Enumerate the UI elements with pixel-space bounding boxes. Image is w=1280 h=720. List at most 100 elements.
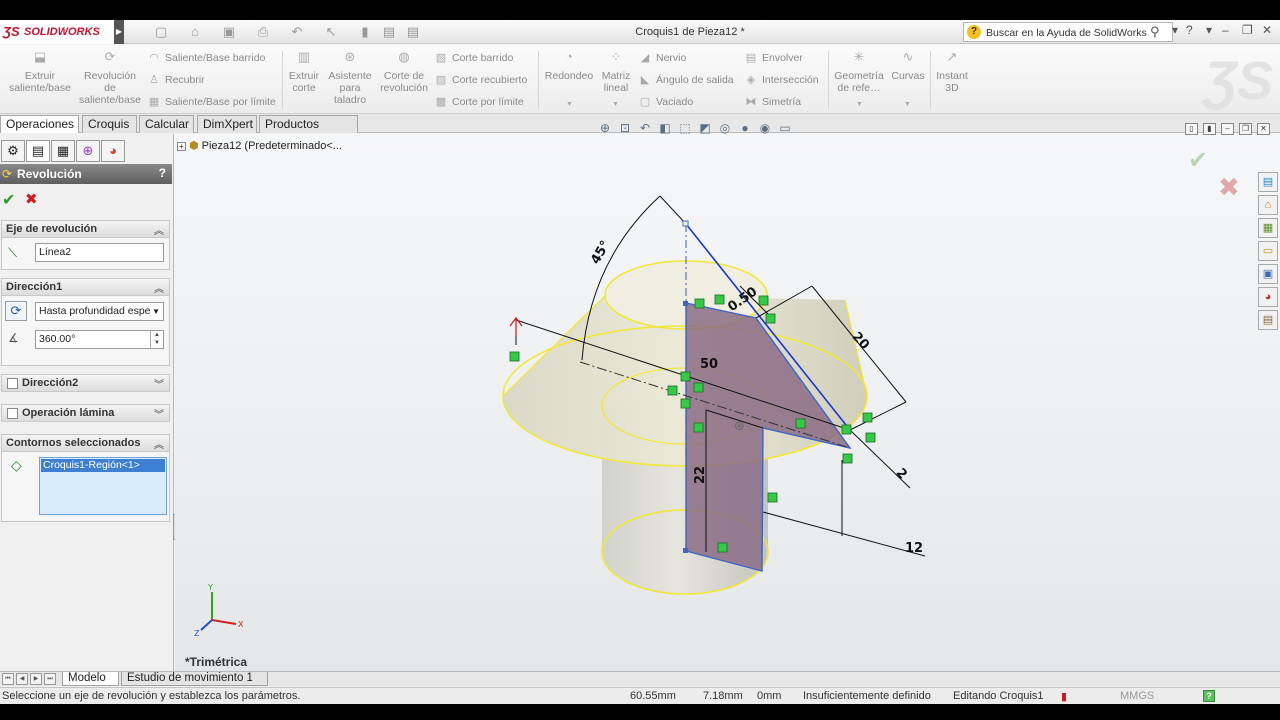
rib-button[interactable]: ◢ Nervio <box>638 50 687 66</box>
wrap-button[interactable]: ▤ Envolver <box>744 50 803 66</box>
select-icon[interactable]: ↖ <box>322 23 340 41</box>
display-manager-icon[interactable]: ◕ <box>101 140 125 162</box>
shell-button[interactable]: ▢ Vaciado <box>638 94 693 110</box>
end-condition-select[interactable]: Hasta profundidad espe ▼ <box>35 302 164 321</box>
search-options-chevron-icon[interactable]: ▾ <box>1172 23 1178 37</box>
selected-contours-list[interactable]: Croquis1-Región<1> <box>39 457 167 515</box>
doc-minimize-icon[interactable]: – <box>1221 123 1234 135</box>
pattern-dropdown-icon[interactable]: ▼ <box>612 101 619 108</box>
hide-show-items-icon[interactable]: ◎ <box>717 120 733 136</box>
search-tab-icon[interactable]: ▭ <box>1258 241 1278 261</box>
axis-field[interactable]: Línea2 <box>35 243 164 262</box>
expand-chevron-icon[interactable]: ︾ <box>154 376 164 391</box>
fillet-button[interactable]: ◔ Redondeo <box>542 50 596 82</box>
tab-calcular[interactable]: Calcular <box>139 115 194 133</box>
dimension-2[interactable]: 2 <box>893 466 910 483</box>
expand-tree-icon[interactable]: + <box>177 142 186 151</box>
dimxpert-manager-icon[interactable]: ⊕ <box>76 140 100 162</box>
draft-button[interactable]: ◣ Ángulo de salida <box>638 72 734 88</box>
tab-croquis[interactable]: Croquis <box>82 115 137 133</box>
extrude-boss-button[interactable]: ⬓ Extruir saliente/base <box>6 50 74 94</box>
search-icon[interactable]: ⚲ <box>1150 24 1160 40</box>
tab-estudio-movimiento[interactable]: Estudio de movimiento 1 <box>121 672 268 686</box>
undo-icon[interactable]: ↶ <box>288 23 306 41</box>
tile-icon[interactable]: ▯ <box>1185 123 1198 135</box>
print-icon[interactable]: ⎙ <box>254 23 272 41</box>
file-explorer-icon[interactable]: ▦ <box>1258 218 1278 238</box>
axis-group-header[interactable]: Eje de revolución ︽ <box>2 221 169 238</box>
new-file-icon[interactable]: ▢ <box>152 23 170 41</box>
tab-productos-office[interactable]: Productos Office <box>259 115 358 148</box>
expand-chevron-icon[interactable]: ︾ <box>154 406 164 421</box>
solidworks-logo[interactable]: ƷS SOLIDWORKS ▶ <box>0 20 124 44</box>
loft-boss-button[interactable]: ♙ Recubrir <box>147 72 205 88</box>
curves-button[interactable]: ∿ Curvas <box>888 50 928 82</box>
design-library-icon[interactable]: ⌂ <box>1258 195 1278 215</box>
linear-pattern-button[interactable]: ⁘ Matriz lineal <box>598 50 634 94</box>
custom-properties-icon[interactable]: ▤ <box>1258 310 1278 330</box>
dimension-12[interactable]: 12 <box>905 541 923 556</box>
zoom-to-fit-icon[interactable]: ⊕ <box>597 120 613 136</box>
doc-restore-icon[interactable]: ❐ <box>1239 123 1252 135</box>
tab-modelo[interactable]: Modelo <box>62 672 119 686</box>
graphics-area[interactable]: 45° 0.50 20 50 22 12 2 ⊛ Y X Z + ⬢ Pieza12… <box>175 121 1280 671</box>
dimension-22[interactable]: 22 <box>693 466 708 484</box>
open-file-icon[interactable]: ⌂ <box>186 23 204 41</box>
collapse-chevron-icon[interactable]: ︽ <box>154 222 164 237</box>
fillet-dropdown-icon[interactable]: ▼ <box>566 101 573 108</box>
angle-spinner[interactable]: ▲ ▼ <box>150 331 163 348</box>
options-icon[interactable]: ▤ <box>404 23 422 41</box>
reverse-direction-icon[interactable]: ⟳ <box>5 301 27 321</box>
boundary-cut-button[interactable]: ▩ Corte por límite <box>434 94 524 110</box>
hole-wizard-button[interactable]: ⊛ Asistente para taladro <box>326 50 374 106</box>
direction2-checkbox[interactable] <box>7 378 18 389</box>
apply-scene-icon[interactable]: ◉ <box>757 120 773 136</box>
solidworks-resources-icon[interactable]: ▤ <box>1258 172 1278 192</box>
extruded-cut-button[interactable]: ▥ Extruir corte <box>284 50 324 94</box>
view-settings-icon[interactable]: ▭ <box>777 120 793 136</box>
rebuild-icon[interactable]: ▮ <box>356 23 374 41</box>
first-tab-icon[interactable]: ⏮ <box>2 673 14 685</box>
angle-input[interactable]: 360.00° ▲ ▼ <box>35 330 164 349</box>
reference-geometry-dropdown-icon[interactable]: ▼ <box>856 101 863 108</box>
flyout-feature-tree[interactable]: + ⬢ Pieza12 (Predeterminado<... <box>177 139 342 152</box>
selected-contours-group-header[interactable]: Contornos seleccionados ︽ <box>2 435 169 452</box>
file-properties-icon[interactable]: ▤ <box>380 23 398 41</box>
view-palette-icon[interactable]: ▣ <box>1258 264 1278 284</box>
direction2-group-header[interactable]: Dirección2 ︾ <box>2 375 169 392</box>
confirmation-ok-icon[interactable]: ✔ <box>1188 146 1208 175</box>
revolve-boss-button[interactable]: ⟳ Revolución de saliente/base <box>78 50 142 106</box>
section-view-icon[interactable]: ◧ <box>657 120 673 136</box>
reference-geometry-button[interactable]: ✳ Geometría de refe… <box>832 50 886 94</box>
cancel-x-icon[interactable]: ✖ <box>25 190 38 208</box>
view-orientation-icon[interactable]: ⬚ <box>677 120 693 136</box>
intersect-button[interactable]: ◈ Intersección <box>744 72 819 88</box>
menu-expand-icon[interactable]: ▶ <box>114 20 124 44</box>
close-icon[interactable]: ✕ <box>1262 23 1272 37</box>
save-icon[interactable]: ▣ <box>220 23 238 41</box>
curves-dropdown-icon[interactable]: ▼ <box>904 101 911 108</box>
boundary-boss-button[interactable]: ▦ Saliente/Base por límite <box>147 94 276 110</box>
status-units[interactable]: MMGS <box>1120 690 1154 702</box>
thin-feature-group-header[interactable]: Operación lámina ︾ <box>2 405 169 422</box>
list-item[interactable]: Croquis1-Región<1> <box>41 459 165 472</box>
thin-feature-checkbox[interactable] <box>7 408 18 419</box>
property-manager-icon[interactable]: ▤ <box>26 140 50 162</box>
rebuild-status-icon[interactable]: ▮ <box>1061 690 1067 703</box>
doc-close-icon[interactable]: ✕ <box>1257 123 1270 135</box>
lofted-cut-button[interactable]: ▨ Corte recubierto <box>434 72 528 88</box>
ok-check-icon[interactable]: ✔ <box>2 190 15 210</box>
minimize-icon[interactable]: – <box>1222 23 1229 37</box>
dimension-50[interactable]: 50 <box>700 357 718 372</box>
appearances-icon[interactable]: ◕ <box>1258 287 1278 307</box>
dimension-45[interactable]: 45° <box>588 238 613 267</box>
edit-appearance-icon[interactable]: ● <box>737 120 753 136</box>
last-tab-icon[interactable]: ⏭ <box>44 673 56 685</box>
help-button[interactable]: ? <box>159 166 166 180</box>
instant3d-button[interactable]: ↗ Instant 3D <box>932 50 972 94</box>
display-style-icon[interactable]: ◩ <box>697 120 713 136</box>
previous-tab-icon[interactable]: ◀ <box>16 673 28 685</box>
next-tab-icon[interactable]: ▶ <box>30 673 42 685</box>
quick-tips-help-icon[interactable]: ? <box>1203 690 1215 702</box>
sweep-boss-button[interactable]: ◠ Saliente/Base barrido <box>147 50 265 66</box>
